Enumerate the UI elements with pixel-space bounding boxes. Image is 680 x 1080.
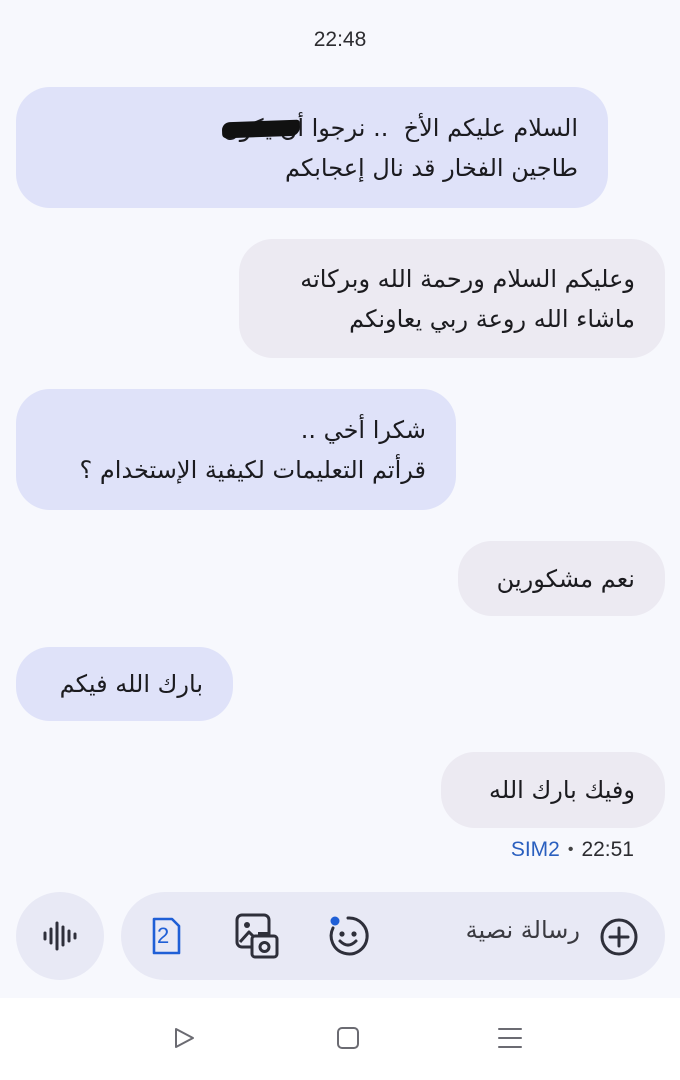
emoji-button[interactable]	[326, 914, 370, 958]
message-line: وعليكم السلام ورحمة الله وبركاته	[300, 264, 635, 293]
message-line: السلام عليكم الأخ ‏ .. نرجوا أن يكون	[222, 113, 578, 142]
nav-home-button[interactable]	[334, 1024, 362, 1052]
voice-icon	[43, 921, 77, 951]
add-attachment-button[interactable]	[598, 916, 640, 958]
message-line: قرأتم التعليمات لكيفية الإستخدام ؟	[79, 455, 426, 484]
back-icon	[175, 1028, 194, 1048]
nav-back-button[interactable]	[170, 1024, 198, 1052]
message-line: شكرا أخي ..	[300, 415, 426, 444]
message-bubble-incoming[interactable]: شكرا أخي .. قرأتم التعليمات لكيفية الإست…	[16, 389, 456, 510]
message-line: نعم مشكورين	[496, 564, 635, 593]
message-line: بارك الله فيكم	[59, 670, 203, 698]
message-composer[interactable]	[121, 892, 665, 980]
sent-time: 22:51	[581, 838, 634, 861]
sim-badge-number: 2	[157, 923, 170, 948]
home-icon	[337, 1027, 359, 1049]
gallery-button[interactable]	[233, 912, 281, 960]
message-bubble-outgoing[interactable]: وفيك بارك الله	[441, 752, 665, 828]
emoji-icon	[329, 916, 369, 956]
voice-record-button[interactable]	[16, 892, 104, 980]
message-status: SIM2 • 22:51	[511, 838, 634, 862]
add-icon	[600, 918, 638, 956]
message-line: ماشاء الله روعة ربي يعاونكم	[349, 304, 635, 333]
message-input-placeholder[interactable]: رسالة نصية	[440, 916, 580, 944]
redaction-mark	[221, 119, 301, 139]
recents-icon	[498, 1028, 522, 1048]
separator-dot: •	[567, 841, 574, 858]
conversation-timestamp: 22:48	[313, 28, 367, 51]
system-navigation-bar	[0, 998, 680, 1080]
sim-select-button[interactable]: 2	[147, 914, 185, 958]
message-line: وفيك بارك الله	[489, 776, 635, 804]
nav-recents-button[interactable]	[496, 1024, 524, 1052]
message-bubble-outgoing[interactable]: نعم مشكورين	[458, 541, 665, 616]
message-bubble-incoming[interactable]: بارك الله فيكم	[16, 647, 233, 721]
message-bubble-outgoing[interactable]: وعليكم السلام ورحمة الله وبركاته ماشاء ا…	[239, 239, 665, 358]
sim-label: SIM2	[510, 838, 560, 861]
message-bubble-incoming[interactable]: السلام عليكم الأخ ‏ .. نرجوا أن يكون طاج…	[16, 87, 608, 208]
gallery-icon	[235, 913, 279, 959]
message-line: طاجين الفخار قد نال إعجابكم	[285, 153, 578, 182]
